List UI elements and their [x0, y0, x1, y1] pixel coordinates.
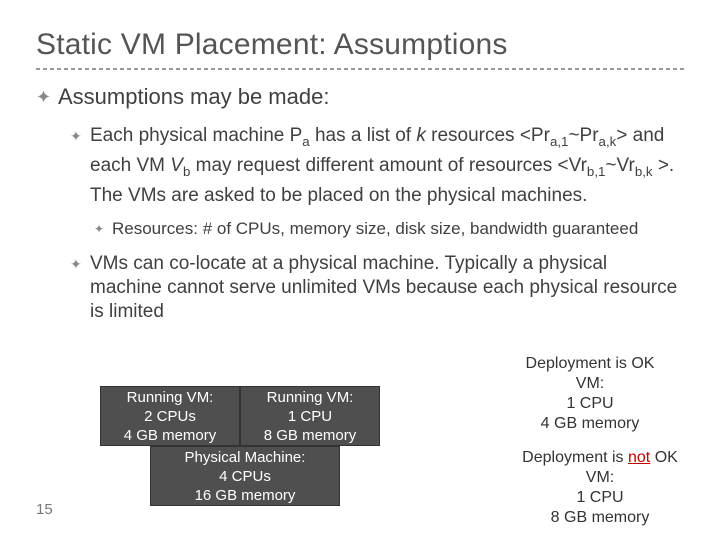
deployment-ok: Deployment is OK VM: 1 CPU 4 GB memory: [500, 354, 680, 434]
running-vm-box-1: Running VM: 2 CPUs 4 GB memory: [100, 386, 240, 446]
not-underlined: not: [628, 449, 650, 466]
t: has a list of: [310, 125, 417, 146]
box-line: Physical Machine:: [185, 448, 306, 467]
box-line: 16 GB memory: [195, 486, 296, 505]
box-line: 1 CPU: [288, 407, 332, 426]
box-line: 8 GB memory: [264, 426, 357, 445]
bullet-level2: ✦ VMs can co-locate at a physical machin…: [70, 252, 684, 324]
title-divider: [36, 68, 684, 70]
running-vm-box-2: Running VM: 1 CPU 8 GB memory: [240, 386, 380, 446]
line: VM:: [500, 468, 700, 488]
box-line: Running VM:: [267, 388, 354, 407]
bullet-icon: ✦: [70, 252, 90, 276]
sub: b,k: [635, 164, 653, 179]
bullet-icon: ✦: [94, 218, 112, 240]
sub: a: [302, 134, 309, 149]
bullet-text: Resources: # of CPUs, memory size, disk …: [112, 218, 638, 240]
slide: Static VM Placement: Assumptions ✦ Assum…: [0, 0, 720, 540]
bullet-level3: ✦ Resources: # of CPUs, memory size, dis…: [94, 218, 684, 240]
line: 1 CPU: [500, 488, 700, 508]
bullet-icon: ✦: [36, 84, 58, 110]
box-line: Running VM:: [127, 388, 214, 407]
bullet-text: Each physical machine Pa has a list of k…: [90, 124, 684, 208]
bullet-text: VMs can co-locate at a physical machine.…: [90, 252, 684, 324]
sub: a,1: [550, 134, 569, 149]
line: 1 CPU: [500, 394, 680, 414]
deployment-not-ok: Deployment is not OK VM: 1 CPU 8 GB memo…: [500, 448, 700, 528]
t: ~Pr: [568, 125, 598, 146]
t: OK: [650, 449, 678, 466]
t: Each physical machine P: [90, 125, 302, 146]
line: 8 GB memory: [500, 508, 700, 528]
box-line: 4 CPUs: [219, 467, 271, 486]
t: ~Vr: [605, 155, 634, 176]
bullet-level2: ✦ Each physical machine Pa has a list of…: [70, 124, 684, 208]
page-number: 15: [36, 501, 53, 518]
box-line: 4 GB memory: [124, 426, 217, 445]
sub: a,k: [599, 134, 617, 149]
line: Deployment is OK: [500, 354, 680, 374]
t: resources <Pr: [426, 125, 550, 146]
line: 4 GB memory: [500, 414, 680, 434]
physical-machine-box: Physical Machine: 4 CPUs 16 GB memory: [150, 446, 340, 506]
box-line: 2 CPUs: [144, 407, 196, 426]
bullet-level1: ✦ Assumptions may be made:: [36, 84, 684, 110]
t: may request different amount of resource…: [190, 155, 587, 176]
slide-title: Static VM Placement: Assumptions: [36, 28, 684, 62]
line: Deployment is not OK: [500, 448, 700, 468]
line: VM:: [500, 374, 680, 394]
bullet-icon: ✦: [70, 124, 90, 148]
italic-k: k: [416, 125, 426, 146]
sub: b,1: [587, 164, 606, 179]
t: Deployment is: [522, 449, 628, 466]
italic-v: V: [170, 155, 183, 176]
bullet-text: Assumptions may be made:: [58, 84, 329, 110]
